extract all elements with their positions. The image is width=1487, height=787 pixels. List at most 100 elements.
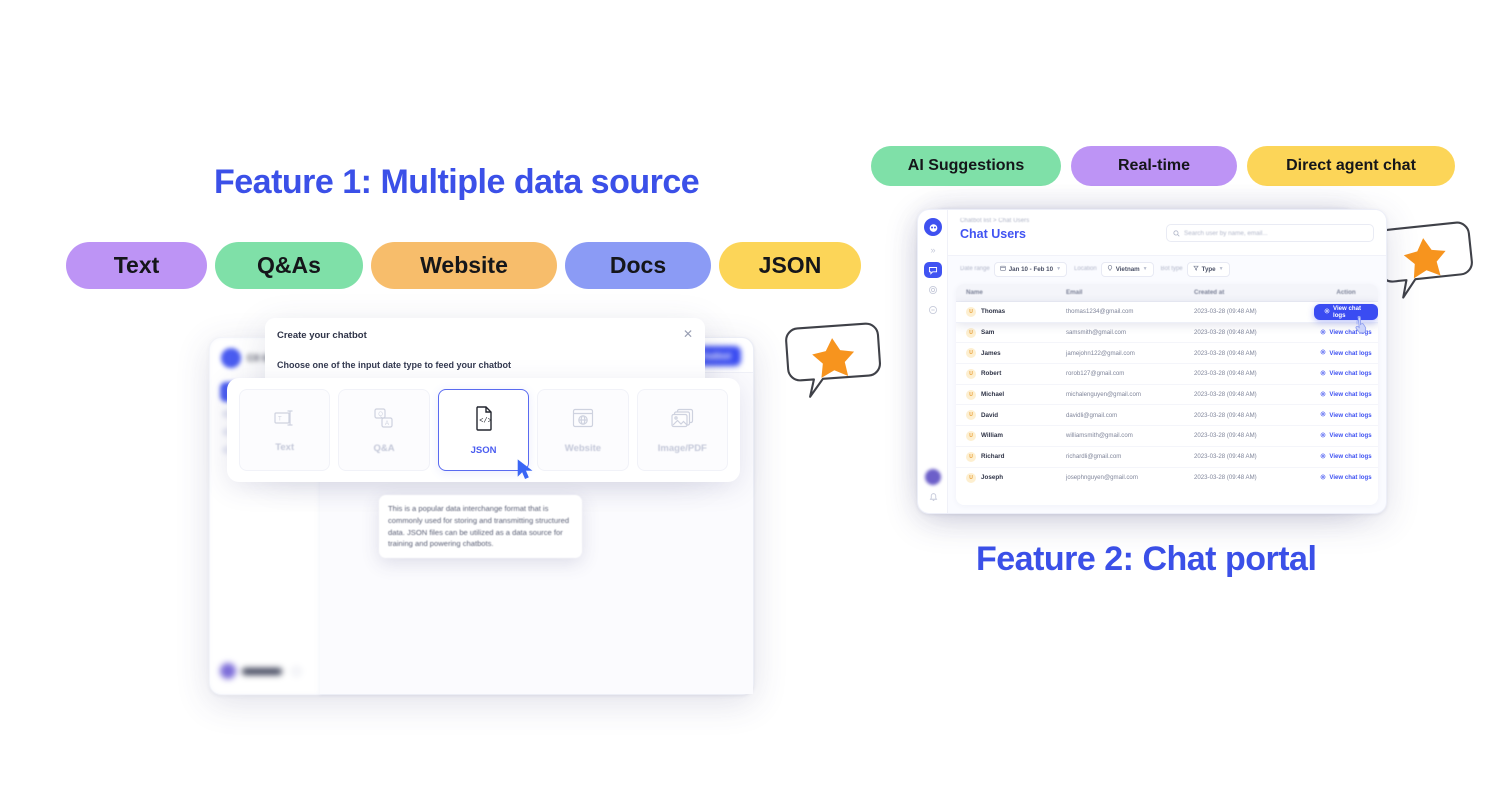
table-row[interactable]: U Michael michalenguyen@gmail.com 2023-0…: [956, 384, 1378, 406]
table-row[interactable]: U Richard richardli@gmail.com 2023-03-28…: [956, 446, 1378, 468]
cell-email: samsmith@gmail.com: [1066, 329, 1127, 337]
cell-name: Sam: [981, 329, 995, 337]
gear-icon[interactable]: [924, 282, 942, 298]
cell-created: 2023-03-28 (09:48 AM): [1194, 432, 1257, 440]
source-card-image-pdf[interactable]: Image/PDF: [636, 389, 729, 471]
filter-chip-bot-type[interactable]: Type ▼: [1186, 261, 1230, 277]
view-chat-logs-link[interactable]: View chat logs: [1320, 432, 1372, 440]
avatar: U: [966, 430, 976, 441]
filter-chip-location[interactable]: Vietnam ▼: [1100, 261, 1154, 277]
close-icon[interactable]: ✕: [683, 328, 693, 340]
page-title: Chat Users: [960, 227, 1026, 241]
sidebar-item-chat-users[interactable]: [924, 262, 942, 278]
view-chat-logs-label: View chat logs: [1329, 453, 1372, 461]
view-chat-logs-link[interactable]: View chat logs: [1320, 349, 1372, 357]
table-row[interactable]: U Sam samsmith@gmail.com 2023-03-28 (09:…: [956, 322, 1378, 344]
filter-bar: Date range Jan 10 - Feb 10 ▼ Location Vi…: [948, 256, 1386, 282]
chevron-down-icon: ▼: [1142, 266, 1148, 272]
search-input[interactable]: Search user by name, email...: [1166, 224, 1374, 242]
cell-email: josephnguyen@gmail.com: [1066, 474, 1138, 482]
cell-email: jamejohn122@gmail.com: [1066, 349, 1135, 357]
star-speech-bubble-left: [783, 319, 885, 412]
hand-cursor-icon: [1354, 316, 1368, 339]
view-chat-logs-label: View chat logs: [1329, 370, 1372, 378]
calendar-icon: [999, 265, 1006, 273]
view-chat-logs-label: View chat logs: [1329, 349, 1372, 357]
feature-pill-row: AI Suggestions Real-time Direct agent ch…: [871, 146, 1455, 186]
pill-docs[interactable]: Docs: [565, 242, 711, 289]
cell-email: thomas1234@gmail.com: [1066, 308, 1134, 316]
portal-body: Chatbot list > Chat Users Chat Users Sea…: [948, 210, 1386, 513]
cell-email: richardli@gmail.com: [1066, 453, 1122, 461]
eye-icon: [1320, 391, 1326, 399]
cell-created: 2023-03-28 (09:48 AM): [1194, 474, 1257, 482]
view-chat-logs-label: View chat logs: [1329, 432, 1372, 440]
table-row[interactable]: U Thomas thomas1234@gmail.com 2023-03-28…: [956, 302, 1378, 323]
source-card-text[interactable]: T Text: [239, 389, 331, 471]
pill-website[interactable]: Website: [371, 242, 557, 289]
view-chat-logs-link[interactable]: View chat logs: [1320, 411, 1372, 419]
svg-text:T: T: [278, 416, 282, 422]
pill-real-time[interactable]: Real-time: [1071, 146, 1237, 186]
table-row[interactable]: U Robert rorob127@gmail.com 2023-03-28 (…: [956, 364, 1378, 385]
cell-created: 2023-03-28 (09:48 AM): [1194, 329, 1257, 337]
cell-name: James: [981, 349, 1001, 357]
view-chat-logs-link[interactable]: View chat logs: [1320, 453, 1372, 461]
avatar: U: [966, 389, 976, 400]
view-chat-logs-link[interactable]: View chat logs: [1320, 370, 1372, 378]
gear-icon[interactable]: [292, 666, 301, 676]
cell-email: rorob127@gmail.com: [1066, 370, 1125, 378]
avatar: U: [966, 327, 976, 338]
user-name-label: [242, 667, 282, 675]
app-logo-icon: [221, 348, 241, 368]
avatar: U: [966, 348, 976, 359]
source-card-qa[interactable]: Q A Q&A: [338, 389, 430, 471]
table-row[interactable]: U James jamejohn122@gmail.com 2023-03-28…: [956, 343, 1378, 365]
cell-email: michalenguyen@gmail.com: [1066, 391, 1141, 399]
pill-direct-agent-chat[interactable]: Direct agent chat: [1247, 146, 1455, 186]
filter-chip-date-range[interactable]: Jan 10 - Feb 10 ▼: [993, 261, 1068, 277]
search-placeholder: Search user by name, email...: [1184, 229, 1268, 237]
eye-icon: [1320, 474, 1326, 482]
json-description-tooltip: This is a popular data interchange forma…: [379, 495, 582, 559]
avatar[interactable]: [925, 469, 941, 485]
source-card-json[interactable]: </> JSON: [437, 389, 530, 471]
chat-users-table: Name Email Created at Action U Thomas th…: [956, 284, 1378, 505]
breadcrumb[interactable]: Chatbot list > Chat Users: [960, 218, 1029, 224]
qa-icon: Q A: [372, 407, 396, 434]
funnel-icon: [1192, 265, 1199, 273]
help-circle-icon[interactable]: [924, 302, 942, 318]
view-chat-logs-link[interactable]: View chat logs: [1320, 474, 1372, 482]
view-chat-logs-link[interactable]: View chat logs: [1320, 391, 1372, 399]
filter-bot-type: Bot type Type ▼: [1161, 261, 1230, 277]
table-row[interactable]: U William williamsmith@gmail.com 2023-03…: [956, 426, 1378, 447]
slide-canvas: Feature 1: Multiple data source Feature …: [0, 0, 1487, 787]
cell-created: 2023-03-28 (09:48 AM): [1194, 370, 1257, 378]
table-row[interactable]: U David davidli@gmail.com 2023-03-28 (09…: [956, 405, 1378, 427]
source-card-label: Text: [275, 441, 295, 453]
eye-icon: [1320, 349, 1326, 357]
cell-name: Joseph: [981, 474, 1004, 482]
source-card-website[interactable]: Website: [537, 389, 629, 471]
view-chat-logs-label: View chat logs: [1329, 474, 1372, 482]
view-chat-logs-button[interactable]: View chat logs: [1314, 303, 1378, 320]
svg-text:A: A: [385, 421, 389, 427]
pill-text[interactable]: Text: [66, 242, 207, 289]
eye-icon: [1320, 329, 1326, 337]
chevrons-right-icon[interactable]: »: [924, 242, 942, 258]
view-chat-logs-label: View chat logs: [1329, 391, 1372, 399]
image-stack-icon: [670, 407, 695, 434]
pill-ai-suggestions[interactable]: AI Suggestions: [871, 146, 1061, 186]
avatar: U: [966, 410, 976, 421]
eye-icon: [1320, 411, 1326, 419]
pill-json[interactable]: JSON: [719, 242, 861, 289]
table-row[interactable]: U Joseph josephnguyen@gmail.com 2023-03-…: [956, 467, 1378, 489]
bell-icon[interactable]: [924, 489, 942, 505]
text-input-icon: T: [273, 408, 297, 433]
source-card-label: Image/PDF: [657, 442, 707, 454]
globe-window-icon: [571, 407, 595, 434]
mouse-cursor-icon: [517, 459, 535, 486]
pill-qas[interactable]: Q&As: [215, 242, 363, 289]
app-user-profile[interactable]: [220, 660, 308, 682]
column-header-name: Name: [966, 289, 983, 296]
